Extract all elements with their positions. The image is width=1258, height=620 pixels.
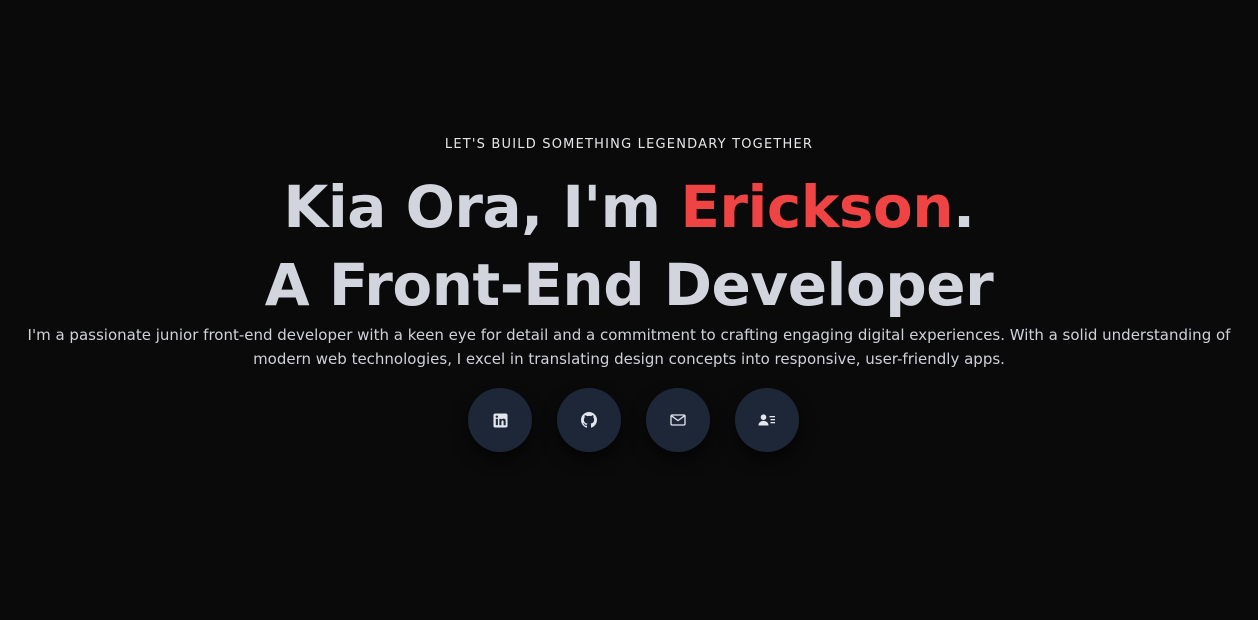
linkedin-icon bbox=[492, 412, 508, 428]
github-icon bbox=[581, 412, 597, 428]
github-button[interactable] bbox=[557, 388, 621, 452]
greeting-prefix: Kia Ora, I'm bbox=[283, 173, 681, 241]
mail-icon bbox=[670, 413, 686, 427]
role-line: A Front-End Developer bbox=[264, 251, 994, 319]
email-button[interactable] bbox=[646, 388, 710, 452]
contact-card-icon bbox=[758, 413, 776, 427]
social-links bbox=[468, 388, 799, 452]
hero-eyebrow: LET'S BUILD SOMETHING LEGENDARY TOGETHER bbox=[444, 137, 814, 152]
name-highlight: Erickson bbox=[680, 173, 954, 241]
hero-section: LET'S BUILD SOMETHING LEGENDARY TOGETHER… bbox=[0, 0, 1258, 620]
greeting-line: Kia Ora, I'm Erickson. bbox=[0, 168, 1258, 246]
hero-description: I'm a passionate junior front-end develo… bbox=[27, 326, 1231, 368]
hero-title: Kia Ora, I'm Erickson. A Front-End Devel… bbox=[0, 168, 1258, 324]
resume-button[interactable] bbox=[735, 388, 799, 452]
greeting-suffix: . bbox=[953, 173, 975, 241]
linkedin-button[interactable] bbox=[468, 388, 532, 452]
